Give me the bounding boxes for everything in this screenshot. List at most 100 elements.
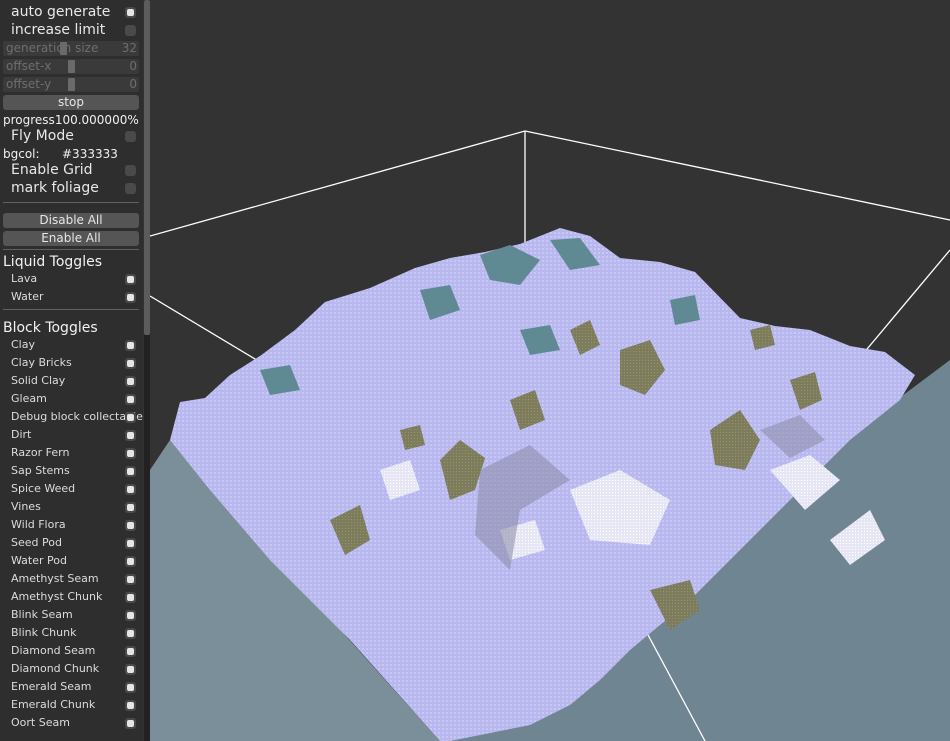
toggle-checkbox[interactable] bbox=[125, 700, 136, 711]
progress-label: progress bbox=[3, 113, 55, 127]
toggle-gleam[interactable]: Gleam bbox=[0, 390, 143, 408]
fly-mode-checkbox[interactable] bbox=[125, 131, 136, 142]
toggle-checkbox[interactable] bbox=[125, 610, 136, 621]
generation-size-label: generation size bbox=[6, 41, 99, 55]
fly-mode-label: Fly Mode bbox=[11, 128, 74, 144]
toggle-solid-clay[interactable]: Solid Clay bbox=[0, 372, 143, 390]
toggle-dirt[interactable]: Dirt bbox=[0, 426, 143, 444]
auto-generate-label: auto generate bbox=[11, 4, 111, 20]
toggle-label: Oort Seam bbox=[11, 716, 70, 729]
toggle-lava[interactable]: Lava bbox=[0, 270, 143, 288]
toggle-seed-pod[interactable]: Seed Pod bbox=[0, 534, 143, 552]
toggle-checkbox[interactable] bbox=[125, 484, 136, 495]
toggle-checkbox[interactable] bbox=[125, 592, 136, 603]
toggle-sap-stems[interactable]: Sap Stems bbox=[0, 462, 143, 480]
toggle-diamond-chunk[interactable]: Diamond Chunk bbox=[0, 660, 143, 678]
increase-limit-checkbox[interactable] bbox=[125, 25, 136, 36]
toggle-checkbox[interactable] bbox=[125, 502, 136, 513]
toggle-label: Wild Flora bbox=[11, 518, 66, 531]
toggle-emerald-seam[interactable]: Emerald Seam bbox=[0, 678, 143, 696]
progress-value: 100.000000% bbox=[54, 113, 139, 127]
toggle-clay[interactable]: Clay bbox=[0, 336, 143, 354]
increase-limit-label: increase limit bbox=[11, 22, 106, 38]
toggle-vines[interactable]: Vines bbox=[0, 498, 143, 516]
toggle-label: Spice Weed bbox=[11, 482, 76, 495]
generation-size-slider[interactable]: generation size 32 bbox=[3, 41, 139, 56]
toggle-checkbox[interactable] bbox=[125, 664, 136, 675]
enable-grid-checkbox[interactable] bbox=[125, 165, 136, 176]
toggle-checkbox[interactable] bbox=[125, 574, 136, 585]
toggle-label: Clay Bricks bbox=[11, 356, 72, 369]
toggle-label: Amethyst Seam bbox=[11, 572, 99, 585]
mark-foliage-checkbox[interactable] bbox=[125, 183, 136, 194]
settings-panel: auto generate increase limit generation … bbox=[0, 0, 143, 741]
toggle-emerald-chunk[interactable]: Emerald Chunk bbox=[0, 696, 143, 714]
auto-generate-checkbox[interactable] bbox=[125, 7, 136, 18]
bgcol-value[interactable]: #333333 bbox=[62, 146, 118, 162]
toggle-debug-block-collectable[interactable]: Debug block collectable bbox=[0, 408, 143, 426]
toggle-checkbox[interactable] bbox=[125, 520, 136, 531]
toggle-checkbox[interactable] bbox=[125, 646, 136, 657]
toggle-checkbox[interactable] bbox=[125, 358, 136, 369]
toggle-checkbox[interactable] bbox=[125, 448, 136, 459]
toggle-checkbox[interactable] bbox=[125, 718, 136, 729]
fly-mode-toggle[interactable]: Fly Mode bbox=[0, 127, 143, 145]
toggle-clay-bricks[interactable]: Clay Bricks bbox=[0, 354, 143, 372]
offset-y-handle[interactable] bbox=[68, 78, 75, 91]
toggle-checkbox[interactable] bbox=[125, 430, 136, 441]
toggle-label: Debug block collectable bbox=[11, 410, 143, 423]
toggle-water-pod[interactable]: Water Pod bbox=[0, 552, 143, 570]
stop-button[interactable]: stop bbox=[3, 95, 139, 110]
toggle-blink-chunk[interactable]: Blink Chunk bbox=[0, 624, 143, 642]
offset-y-slider[interactable]: offset-y 0 bbox=[3, 77, 139, 92]
toggle-razor-fern[interactable]: Razor Fern bbox=[0, 444, 143, 462]
offset-x-slider[interactable]: offset-x 0 bbox=[3, 59, 139, 74]
toggle-checkbox[interactable] bbox=[125, 628, 136, 639]
toggle-label: Clay bbox=[11, 338, 35, 351]
offset-y-label: offset-y bbox=[6, 77, 52, 91]
mark-foliage-toggle[interactable]: mark foliage bbox=[0, 179, 143, 197]
enable-grid-toggle[interactable]: Enable Grid bbox=[0, 161, 143, 179]
toggle-wild-flora[interactable]: Wild Flora bbox=[0, 516, 143, 534]
toggle-checkbox[interactable] bbox=[125, 412, 136, 423]
toggle-spice-weed[interactable]: Spice Weed bbox=[0, 480, 143, 498]
mark-foliage-label: mark foliage bbox=[11, 180, 99, 196]
toggle-checkbox[interactable] bbox=[125, 682, 136, 693]
toggle-amethyst-seam[interactable]: Amethyst Seam bbox=[0, 570, 143, 588]
block-toggles-heading: Block Toggles bbox=[3, 320, 98, 336]
offset-x-value: 0 bbox=[129, 59, 137, 73]
toggle-blink-seam[interactable]: Blink Seam bbox=[0, 606, 143, 624]
generation-size-handle[interactable] bbox=[60, 42, 67, 55]
offset-x-handle[interactable] bbox=[68, 60, 75, 73]
bgcol-field[interactable]: bgcol: #333333 bbox=[3, 146, 118, 162]
toggle-amethyst-chunk[interactable]: Amethyst Chunk bbox=[0, 588, 143, 606]
bgcol-label: bgcol: bbox=[3, 147, 40, 161]
toggle-checkbox[interactable] bbox=[125, 538, 136, 549]
auto-generate-toggle[interactable]: auto generate bbox=[0, 3, 143, 21]
enable-all-button[interactable]: Enable All bbox=[3, 231, 139, 246]
toggle-checkbox[interactable] bbox=[125, 466, 136, 477]
toggle-label: Seed Pod bbox=[11, 536, 62, 549]
toggle-oort-seam[interactable]: Oort Seam bbox=[0, 714, 143, 732]
toggle-label: Diamond Seam bbox=[11, 644, 96, 657]
toggle-label: Gleam bbox=[11, 392, 47, 405]
terrain-viewport[interactable] bbox=[150, 0, 950, 741]
toggle-checkbox[interactable] bbox=[125, 340, 136, 351]
toggle-label: Emerald Seam bbox=[11, 680, 92, 693]
toggle-checkbox[interactable] bbox=[125, 556, 136, 567]
toggle-checkbox[interactable] bbox=[125, 376, 136, 387]
toggle-label: Emerald Chunk bbox=[11, 698, 96, 711]
toggle-water[interactable]: Water bbox=[0, 288, 143, 306]
toggle-checkbox[interactable] bbox=[125, 292, 136, 303]
divider bbox=[3, 309, 139, 310]
toggle-label: Lava bbox=[11, 272, 38, 285]
toggle-checkbox[interactable] bbox=[125, 274, 136, 285]
toggle-label: Vines bbox=[11, 500, 41, 513]
disable-all-button[interactable]: Disable All bbox=[3, 213, 139, 228]
toggle-label: Amethyst Chunk bbox=[11, 590, 103, 603]
enable-grid-label: Enable Grid bbox=[11, 162, 93, 178]
increase-limit-toggle[interactable]: increase limit bbox=[0, 21, 143, 39]
progress-readout: progress100.000000% bbox=[3, 112, 139, 128]
toggle-checkbox[interactable] bbox=[125, 394, 136, 405]
toggle-diamond-seam[interactable]: Diamond Seam bbox=[0, 642, 143, 660]
